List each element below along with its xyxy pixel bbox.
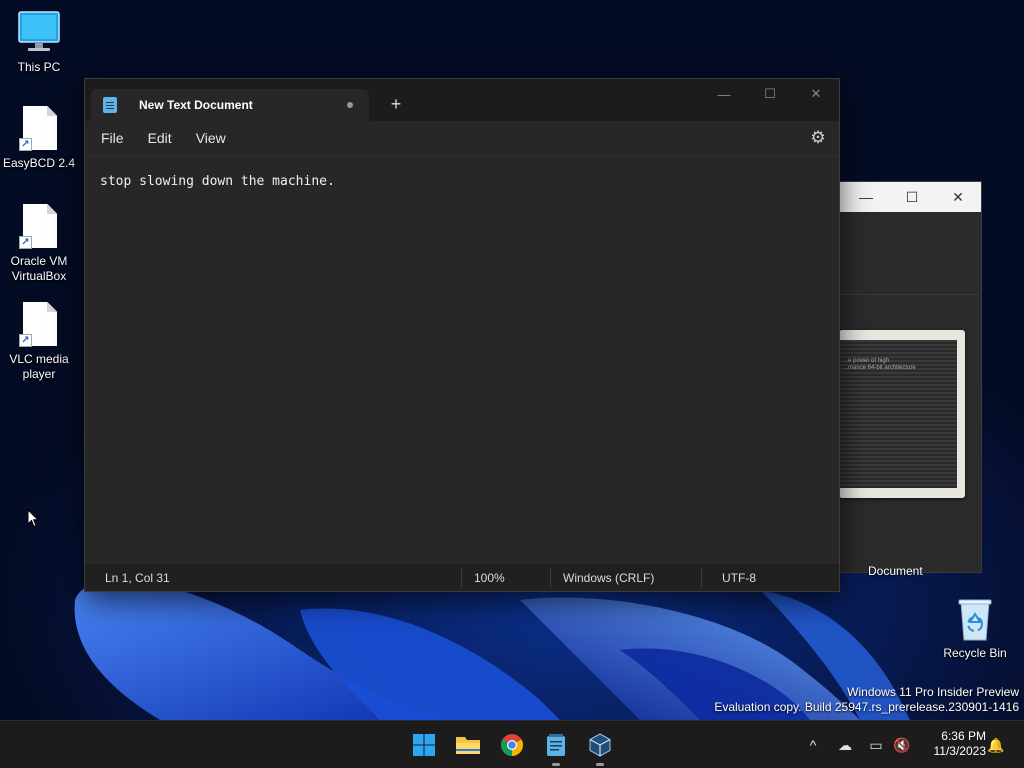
taskbar-virtualbox[interactable] (584, 729, 616, 766)
desktop-icon-this-pc[interactable]: This PC (1, 10, 77, 75)
menu-file[interactable]: File (99, 126, 126, 150)
menu-view[interactable]: View (194, 126, 228, 150)
close-icon: ✕ (810, 86, 822, 101)
status-zoom[interactable]: 100% (462, 564, 550, 592)
close-button[interactable]: ✕ (793, 79, 839, 109)
taskbar-notepad[interactable] (540, 729, 572, 766)
network-icon[interactable]: ▭ (866, 735, 886, 755)
settings-gear-icon[interactable]: ⚙ (809, 129, 827, 147)
windows-start-icon (413, 734, 435, 756)
file-icon: ↗ (17, 302, 61, 348)
notepad-titlebar[interactable]: New Text Document + — ☐ ✕ (85, 79, 839, 121)
desktop-icon-label: This PC (17, 60, 61, 74)
editor-content[interactable]: stop slowing down the machine. (100, 174, 335, 189)
desktop-icon-virtualbox[interactable]: ↗ Oracle VM VirtualBox (1, 204, 77, 284)
menu-bar: File Edit View ⚙ (85, 121, 839, 155)
maximize-icon: ☐ (764, 86, 776, 101)
desktop-icon-vlc[interactable]: ↗ VLC media player (1, 302, 77, 382)
file-explorer-icon (456, 737, 480, 754)
windows-watermark: Windows 11 Pro Insider Preview Evaluatio… (714, 685, 1019, 714)
monitor-icon (17, 10, 61, 56)
volume-muted-icon[interactable]: 🔇 (892, 735, 912, 755)
taskbar-chrome[interactable] (496, 729, 528, 761)
desktop-icon-label: Oracle VM VirtualBox (10, 254, 68, 283)
status-bar: Ln 1, Col 31 100% Windows (CRLF) UTF-8 (85, 563, 839, 591)
desktop-icon-easybcd[interactable]: ↗ EasyBCD 2.4 (1, 106, 77, 171)
text-editor[interactable]: stop slowing down the machine. (85, 155, 839, 563)
status-line-ending[interactable]: Windows (CRLF) (551, 564, 701, 592)
background-window-label: Document (868, 564, 923, 578)
taskbar: ^ ☁ ▭ 🔇 6:36 PM 11/3/2023 🔔 (0, 720, 1024, 768)
notepad-tab[interactable]: New Text Document (91, 89, 369, 121)
taskbar-clock[interactable]: 6:36 PM 11/3/2023 (916, 729, 987, 759)
start-button[interactable] (408, 729, 440, 761)
shortcut-arrow-icon: ↗ (19, 236, 32, 249)
notepad-window[interactable]: New Text Document + — ☐ ✕ File Edit View… (84, 78, 840, 592)
maximize-button[interactable]: ☐ (747, 79, 793, 109)
notification-bell-icon[interactable]: 🔔 (986, 735, 1006, 755)
virtualbox-icon (589, 733, 611, 757)
mouse-cursor-icon (27, 508, 40, 528)
notepad-icon (103, 97, 117, 113)
minimize-icon[interactable]: — (843, 189, 889, 205)
minimize-icon: — (717, 86, 731, 102)
shortcut-arrow-icon: ↗ (19, 334, 32, 347)
show-hidden-icons-chevron-up-icon[interactable]: ^ (803, 735, 823, 755)
taskbar-file-explorer[interactable] (452, 729, 484, 761)
status-position: Ln 1, Col 31 (105, 570, 170, 585)
clock-date: 11/3/2023 (933, 744, 987, 758)
running-indicator (596, 763, 604, 766)
menu-edit[interactable]: Edit (146, 126, 174, 150)
clock-time: 6:36 PM (941, 729, 986, 743)
file-icon: ↗ (17, 204, 61, 250)
shortcut-arrow-icon: ↗ (19, 138, 32, 151)
desktop-icon-recycle-bin[interactable]: Recycle Bin (937, 596, 1013, 661)
status-encoding[interactable]: UTF-8 (702, 564, 822, 592)
file-icon: ↗ (17, 106, 61, 152)
desktop-icon-label: Recycle Bin (943, 646, 1007, 660)
document-preview-thumbnail[interactable]: ...e power of high ...mance 64-bit archi… (839, 330, 965, 498)
running-indicator (552, 763, 560, 766)
recycle-bin-icon (953, 596, 997, 642)
desktop-icon-label: VLC media player (9, 352, 69, 381)
notepad-icon (547, 734, 565, 756)
minimize-button[interactable]: — (701, 79, 747, 109)
background-window-titlebar[interactable]: — ☐ ✕ (839, 182, 981, 212)
tab-title: New Text Document (139, 98, 253, 112)
close-icon[interactable]: ✕ (935, 189, 981, 206)
onedrive-offline-icon[interactable]: ☁ (835, 735, 855, 755)
desktop-icon-label: EasyBCD 2.4 (2, 156, 76, 170)
background-window[interactable]: — ☐ ✕ ...e power of high ...mance 64-bit… (838, 181, 982, 573)
maximize-icon[interactable]: ☐ (889, 189, 935, 206)
new-tab-button[interactable]: + (383, 94, 409, 116)
chrome-icon (501, 734, 523, 756)
unsaved-dot-icon[interactable] (347, 102, 353, 108)
